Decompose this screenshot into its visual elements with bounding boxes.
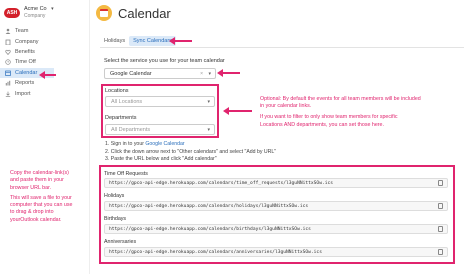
feed-label-time-off: Time Off Requests	[104, 171, 148, 177]
chevron-down-icon: ▾	[51, 6, 54, 12]
company-icon	[5, 39, 11, 45]
sidebar: ASH Acme Co ▾ Company Team Company Benef…	[0, 0, 90, 274]
copy-links-annotation: Copy the calendar-link(s) and paste them…	[10, 170, 73, 223]
departments-placeholder: All Departments	[111, 126, 151, 133]
page-header: Calendar	[96, 5, 171, 21]
locations-label: Locations	[105, 88, 129, 94]
sidebar-item-label: Benefits	[15, 48, 35, 55]
sidebar-item-label: Reports	[15, 80, 35, 87]
copy-icon[interactable]	[438, 203, 443, 209]
sidebar-item-label: Calendar	[15, 69, 38, 76]
company-logo: ASH	[4, 8, 20, 18]
team-icon	[5, 28, 11, 35]
copy-icon[interactable]	[438, 249, 443, 255]
feed-label-holidays: Holidays	[104, 193, 125, 199]
google-calendar-link[interactable]: Google Calendar	[145, 141, 184, 147]
service-label: Select the service you use for your team…	[104, 58, 225, 64]
time-off-icon	[5, 59, 11, 66]
sidebar-item-label: Team	[15, 28, 29, 35]
tab-bar: Holidays Sync Calendars	[100, 36, 176, 46]
calendar-icon	[5, 70, 11, 76]
sidebar-item-import[interactable]: Import	[0, 88, 54, 98]
reports-icon	[5, 80, 11, 86]
chevron-down-icon: ▾	[207, 126, 210, 133]
company-name: Acme Co	[24, 6, 47, 12]
step-1: 1. Sign in to your Google Calendar	[105, 141, 185, 147]
calendar-app-icon	[96, 5, 112, 21]
feed-label-anniversaries: Anniversaries	[104, 239, 137, 245]
departments-label: Departments	[105, 115, 137, 121]
company-subtitle: Company	[24, 13, 46, 19]
sidebar-item-label: Company	[15, 38, 39, 45]
sidebar-item-reports[interactable]: Reports	[0, 78, 54, 88]
step-2: 2. Click the down arrow next to "Other c…	[105, 149, 277, 155]
copy-icon[interactable]	[438, 180, 443, 186]
locations-select[interactable]: All Locations ▾	[105, 96, 215, 107]
chevron-down-icon: ▾	[208, 70, 211, 77]
sidebar-item-company[interactable]: Company	[0, 36, 54, 46]
feed-url-holidays[interactable]: https://gpco-api-edge.herokuapp.com/cale…	[104, 201, 448, 211]
feed-url-anniversaries[interactable]: https://gpco-api-edge.herokuapp.com/cale…	[104, 247, 448, 257]
sidebar-item-benefits[interactable]: Benefits	[0, 47, 54, 57]
departments-select[interactable]: All Departments ▾	[105, 124, 215, 135]
calendar-pointer-arrow	[39, 71, 56, 79]
sidebar-nav: Team Company Benefits Time Off Calendar …	[0, 26, 54, 99]
filters-pointer-arrow	[223, 107, 252, 115]
clear-icon[interactable]: ×	[200, 71, 203, 77]
copy-icon[interactable]	[438, 226, 443, 232]
sidebar-item-team[interactable]: Team	[0, 26, 54, 36]
sidebar-item-label: Import	[15, 90, 31, 97]
sidebar-item-label: Time Off	[15, 59, 36, 66]
feed-url-birthdays[interactable]: https://gpco-api-edge.herokuapp.com/cale…	[104, 224, 448, 234]
tab-pointer-arrow	[169, 37, 192, 45]
page-title: Calendar	[118, 5, 171, 21]
tab-holidays[interactable]: Holidays	[100, 36, 129, 46]
feed-url-time-off[interactable]: https://gpco-api-edge.herokuapp.com/cale…	[104, 178, 448, 188]
optional-filter-annotation: Optional: By default the events for all …	[260, 96, 421, 128]
sidebar-item-calendar[interactable]: Calendar	[0, 67, 54, 78]
locations-placeholder: All Locations	[111, 98, 143, 105]
tabs-divider	[100, 47, 464, 48]
calendar-service-select[interactable]: Google Calendar × ▾	[104, 68, 216, 79]
feed-label-birthdays: Birthdays	[104, 216, 127, 222]
import-icon	[5, 91, 11, 97]
service-pointer-arrow	[217, 69, 240, 77]
sidebar-item-time-off[interactable]: Time Off	[0, 57, 54, 67]
service-selected-value: Google Calendar	[110, 70, 152, 77]
benefits-icon	[5, 49, 11, 55]
step-3: 3. Paste the URL below and click "Add ca…	[105, 156, 217, 162]
chevron-down-icon: ▾	[207, 98, 210, 105]
company-switcher[interactable]: ASH Acme Co ▾ Company	[4, 6, 54, 20]
